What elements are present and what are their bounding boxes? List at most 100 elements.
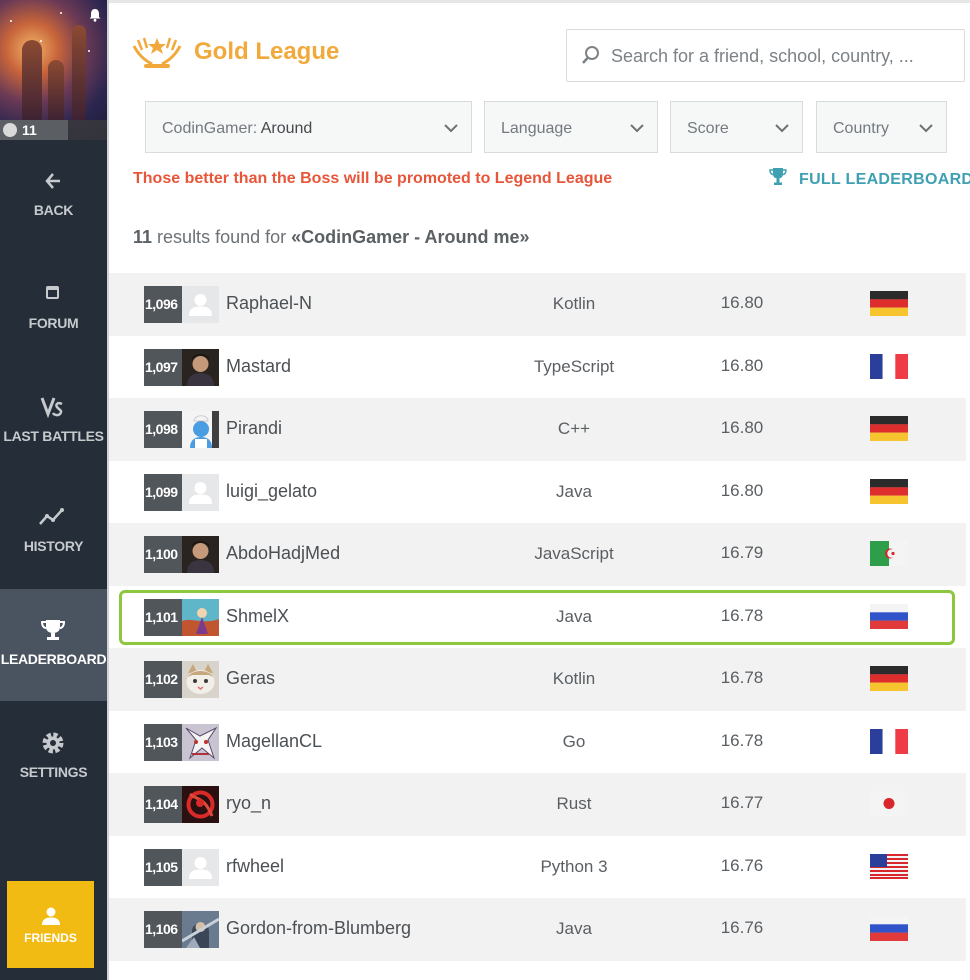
full-leaderboard-label: FULL LEADERBOARD (799, 171, 970, 188)
flag-algeria-icon (870, 541, 908, 566)
nav-leaderboard[interactable]: LEADERBOARD (0, 589, 107, 701)
rank-badge: 1,097 (144, 348, 182, 386)
anime-avatar[interactable] (182, 723, 219, 761)
nav-back[interactable]: BACK (0, 140, 107, 252)
codingamer-filter[interactable]: CodinGamer: Around (145, 101, 472, 153)
player-name[interactable]: AbdoHadjMed (226, 543, 340, 564)
table-row[interactable]: 1,099 luigi_gelato Java 16.80 (109, 460, 966, 523)
table-row[interactable]: 1,103 MagellanCL Go 16.78 (109, 710, 966, 773)
chevron-down-icon (630, 124, 644, 133)
friends-button[interactable]: FRIENDS (7, 881, 94, 968)
table-row[interactable]: 1,097 Mastard TypeScript 16.80 (109, 335, 966, 398)
player-name[interactable]: Pirandi (226, 418, 282, 439)
bell-icon[interactable] (88, 8, 102, 22)
flag-japan-icon (870, 791, 908, 816)
table-row[interactable]: 1,106 Gordon-from-Blumberg Java 16.76 (109, 898, 966, 961)
rank-badge: 1,102 (144, 661, 182, 698)
table-row[interactable]: 1,101 ShmelX Java 16.78 (109, 585, 966, 648)
player-score: 16.80 (720, 355, 764, 375)
rank-badge: 1,096 (144, 286, 182, 323)
promotion-notice: Those better than the Boss will be promo… (133, 170, 613, 187)
player-name[interactable]: rfwheel (226, 856, 284, 877)
top-divider (109, 0, 970, 3)
user-icon (42, 907, 60, 925)
avatar-pillar (48, 60, 64, 120)
results-text: results found for (157, 227, 287, 247)
history-chart-icon (39, 508, 64, 525)
sidebar: 11 BACK FORUM LAST BATTLES HISTORY LEADE… (0, 0, 107, 980)
table-row[interactable]: 1,098 Pirandi C++ 16.80 (109, 398, 966, 461)
player-score: 16.78 (720, 730, 764, 750)
avatar-pillar (22, 40, 42, 120)
player-name[interactable]: Mastard (226, 356, 291, 377)
player-name[interactable]: MagellanCL (226, 731, 322, 752)
avatar-star (10, 20, 12, 22)
player-name[interactable]: luigi_gelato (226, 481, 317, 502)
smurf-avatar[interactable] (182, 411, 219, 448)
rank-badge: 1,099 (144, 473, 182, 511)
player-language: C++ (557, 419, 591, 438)
player-name[interactable]: ryo_n (226, 793, 271, 814)
user-avatar[interactable]: 11 (0, 0, 107, 140)
forum-icon (46, 286, 59, 299)
default-avatar[interactable] (182, 848, 219, 886)
nav-settings[interactable]: SETTINGS (0, 702, 107, 814)
avatar-star (40, 40, 42, 42)
versus-icon (40, 397, 63, 419)
nav-last-battles[interactable]: LAST BATTLES (0, 366, 107, 478)
language-filter[interactable]: Language (484, 101, 658, 153)
avatar-star (88, 50, 90, 52)
level-number: 11 (22, 122, 37, 138)
search-box[interactable] (566, 29, 965, 82)
chevron-down-icon (444, 124, 458, 133)
player-name[interactable]: Gordon-from-Blumberg (226, 918, 411, 939)
nav-forum[interactable]: FORUM (0, 253, 107, 365)
red-art-avatar[interactable] (182, 786, 219, 823)
player-name[interactable]: ShmelX (226, 606, 289, 627)
default-avatar[interactable] (182, 286, 219, 323)
trophy-icon (769, 168, 787, 185)
art-avatar[interactable] (182, 598, 219, 636)
rank-badge: 1,103 (144, 723, 182, 761)
cat-avatar[interactable] (182, 661, 219, 698)
level-bar: 11 (0, 120, 107, 140)
player-language: Java (556, 481, 592, 501)
gear-icon (42, 732, 64, 754)
flag-russia-icon (870, 603, 908, 629)
chevron-down-icon (775, 124, 789, 133)
knight-avatar[interactable] (182, 911, 219, 948)
player-score: 16.78 (720, 668, 764, 687)
table-row[interactable]: 1,102 Geras Kotlin 16.78 (109, 648, 966, 711)
rank-badge: 1,098 (144, 411, 182, 448)
player-language: Python 3 (540, 856, 608, 876)
player-name[interactable]: Raphael-N (226, 293, 312, 314)
flag-germany-icon (870, 666, 908, 691)
photo-avatar[interactable] (182, 348, 219, 386)
player-score: 16.78 (720, 605, 764, 625)
search-input[interactable] (611, 42, 951, 70)
avatar-pillar (72, 25, 86, 120)
friends-label: FRIENDS (24, 931, 77, 945)
player-language: Go (562, 731, 586, 751)
photo-avatar[interactable] (182, 536, 219, 573)
table-row[interactable]: 1,104 ryo_n Rust 16.77 (109, 773, 966, 836)
rank-badge: 1,104 (144, 786, 182, 823)
score-filter[interactable]: Score (670, 101, 803, 153)
gold-league-icon (132, 37, 182, 68)
rank-badge: 1,105 (144, 848, 182, 886)
player-name[interactable]: Geras (226, 668, 275, 689)
player-language: Java (556, 919, 592, 938)
nav-history[interactable]: HISTORY (0, 476, 107, 588)
default-avatar[interactable] (182, 473, 219, 511)
arrow-left-icon (45, 173, 60, 189)
leaderboard-table: 1,096 Raphael-N Kotlin 16.80 1,097 Mastard Typ… (109, 273, 966, 961)
chevron-down-icon (919, 124, 933, 133)
rank-badge: 1,106 (144, 911, 182, 948)
table-row[interactable]: 1,100 AbdoHadjMed JavaScript 16.79 (109, 523, 966, 586)
table-row[interactable]: 1,105 rfwheel Python 3 16.76 (109, 835, 966, 898)
player-score: 16.80 (720, 293, 764, 312)
flag-germany-icon (870, 291, 908, 316)
table-row[interactable]: 1,096 Raphael-N Kotlin 16.80 (109, 273, 966, 336)
rank-badge: 1,100 (144, 536, 182, 573)
country-filter[interactable]: Country (816, 101, 947, 153)
